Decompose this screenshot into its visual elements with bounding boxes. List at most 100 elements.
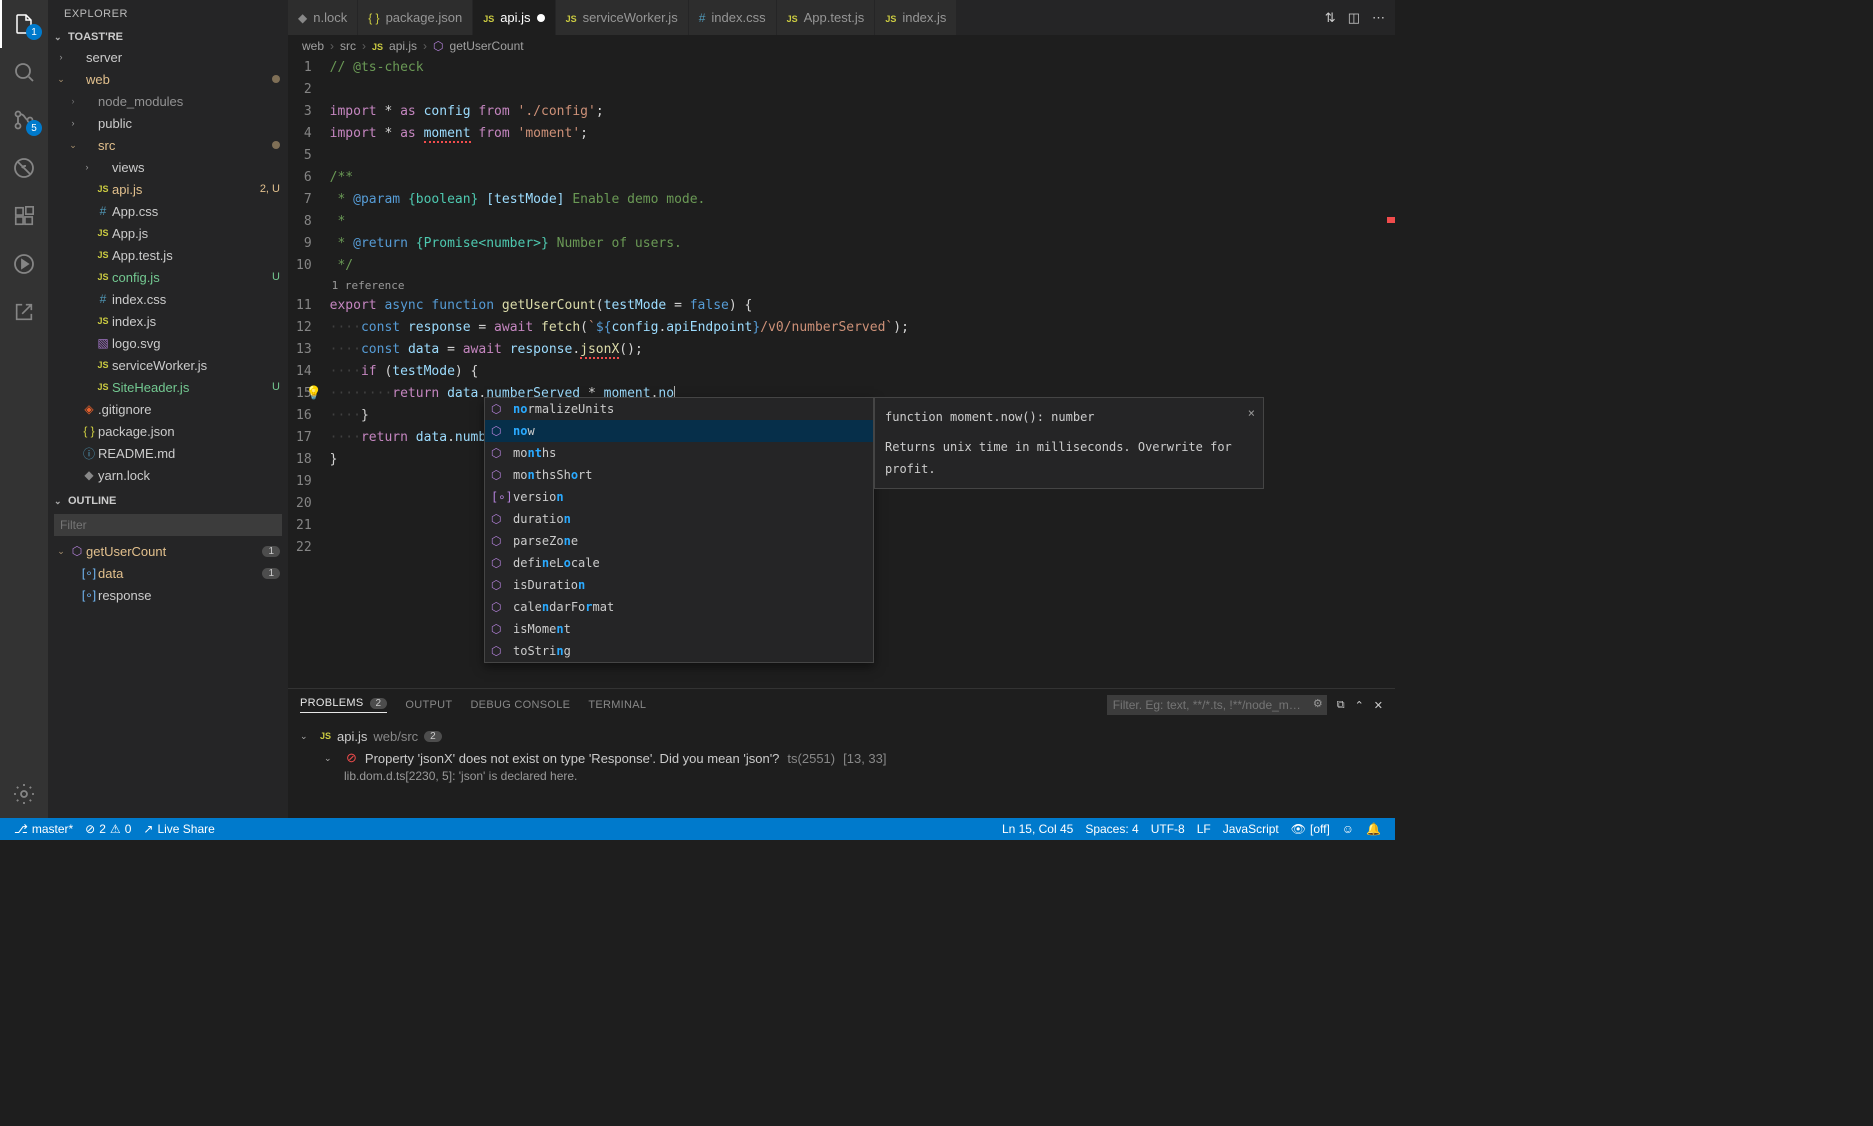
editor-tab[interactable]: #index.css bbox=[689, 0, 777, 35]
activity-extensions[interactable] bbox=[0, 192, 48, 240]
gutter: 12345678910111213141516171819202122 bbox=[288, 57, 330, 688]
tree-item[interactable]: ⓘREADME.md bbox=[48, 442, 288, 464]
status-branch[interactable]: ⎇ master* bbox=[8, 818, 79, 840]
problems-filter-input[interactable] bbox=[1107, 695, 1327, 715]
suggest-item[interactable]: ⬡defineLocale bbox=[485, 552, 873, 574]
explorer-badge: 1 bbox=[26, 24, 42, 40]
collapse-all-icon[interactable]: ⧉ bbox=[1337, 699, 1345, 712]
breadcrumb-item[interactable]: src bbox=[340, 39, 356, 53]
activity-debug-disabled[interactable] bbox=[0, 144, 48, 192]
tree-item[interactable]: ›server bbox=[48, 46, 288, 68]
problems-list: ⌄ JS api.js web/src 2 ⌄ ⊘ Property 'json… bbox=[288, 721, 1395, 818]
suggest-item[interactable]: ⬡parseZone bbox=[485, 530, 873, 552]
problems-file-row[interactable]: ⌄ JS api.js web/src 2 bbox=[300, 725, 1383, 747]
section-header-project[interactable]: ⌄ TOAST'RE bbox=[48, 28, 288, 46]
sidebar: EXPLORER ⌄ TOAST'RE ›server⌄web›node_mod… bbox=[48, 0, 288, 818]
suggest-doc-sig: function moment.now(): number bbox=[885, 406, 1253, 428]
panel-tab-debug[interactable]: DEBUG CONSOLE bbox=[470, 699, 570, 711]
editor-tab[interactable]: ◆n.lock bbox=[288, 0, 358, 35]
section-header-outline[interactable]: ⌄ OUTLINE bbox=[48, 492, 288, 510]
panel-tabs: PROBLEMS 2 OUTPUT DEBUG CONSOLE TERMINAL… bbox=[288, 689, 1395, 721]
panel-maximize-icon[interactable]: ⌃ bbox=[1355, 699, 1364, 712]
tree-item[interactable]: #App.css bbox=[48, 200, 288, 222]
tree-item[interactable]: #index.css bbox=[48, 288, 288, 310]
chevron-down-icon: ⌄ bbox=[324, 753, 334, 764]
suggest-item[interactable]: ⬡now bbox=[485, 420, 873, 442]
outline-item[interactable]: ⌄⬡getUserCount1 bbox=[48, 540, 288, 562]
status-encoding[interactable]: UTF-8 bbox=[1145, 818, 1191, 840]
close-icon[interactable]: × bbox=[1248, 402, 1255, 424]
filter-settings-icon[interactable]: ⚙ bbox=[1313, 697, 1323, 710]
breadcrumb-item[interactable]: api.js bbox=[389, 39, 417, 53]
outline-tree: ⌄⬡getUserCount1[∘]data1[∘]response bbox=[48, 540, 288, 606]
tree-item[interactable]: JSSiteHeader.jsU bbox=[48, 376, 288, 398]
split-icon[interactable]: ◫ bbox=[1348, 10, 1360, 26]
tree-item[interactable]: ⌄src bbox=[48, 134, 288, 156]
editor-tab[interactable]: JSApp.test.js bbox=[777, 0, 876, 35]
tree-item[interactable]: { }package.json bbox=[48, 420, 288, 442]
breadcrumb-item[interactable]: getUserCount bbox=[450, 39, 524, 53]
suggest-item[interactable]: ⬡months bbox=[485, 442, 873, 464]
tree-item[interactable]: ›views bbox=[48, 156, 288, 178]
editor-tab[interactable]: JSserviceWorker.js bbox=[556, 0, 689, 35]
tree-item[interactable]: JSapi.js2, U bbox=[48, 178, 288, 200]
panel-tab-terminal[interactable]: TERMINAL bbox=[588, 699, 646, 711]
suggest-doc-body: Returns unix time in milliseconds. Overw… bbox=[885, 436, 1253, 480]
tree-item[interactable]: ◈.gitignore bbox=[48, 398, 288, 420]
tree-item[interactable]: JSconfig.jsU bbox=[48, 266, 288, 288]
status-liveshare[interactable]: ↗ Live Share bbox=[137, 818, 220, 840]
breadcrumbs[interactable]: web›src›JSapi.js›⬡getUserCount bbox=[288, 35, 1395, 57]
tree-item[interactable]: JSApp.test.js bbox=[48, 244, 288, 266]
tree-item[interactable]: ⌄web bbox=[48, 68, 288, 90]
status-spaces[interactable]: Spaces: 4 bbox=[1079, 818, 1144, 840]
status-eol[interactable]: LF bbox=[1191, 818, 1217, 840]
tree-item[interactable]: ◆yarn.lock bbox=[48, 464, 288, 486]
more-icon[interactable]: ⋯ bbox=[1372, 10, 1385, 26]
outline-filter-input[interactable] bbox=[54, 514, 282, 536]
outline-item[interactable]: [∘]response bbox=[48, 584, 288, 606]
error-icon: ⊘ bbox=[346, 750, 357, 766]
suggest-widget[interactable]: ⬡normalizeUnits⬡now⬡months⬡monthsShort[∘… bbox=[484, 397, 874, 663]
problem-item[interactable]: ⌄ ⊘ Property 'jsonX' does not exist on t… bbox=[300, 747, 1383, 769]
tree-item[interactable]: ▧logo.svg bbox=[48, 332, 288, 354]
activity-scm[interactable]: 5 bbox=[0, 96, 48, 144]
compare-icon[interactable]: ⇅ bbox=[1325, 10, 1336, 26]
suggest-item[interactable]: ⬡isMoment bbox=[485, 618, 873, 640]
editor-tab[interactable]: { }package.json bbox=[358, 0, 473, 35]
status-problems[interactable]: ⊘ 2 ⚠ 0 bbox=[79, 818, 137, 840]
tree-item[interactable]: JSindex.js bbox=[48, 310, 288, 332]
panel-tab-problems[interactable]: PROBLEMS 2 bbox=[300, 697, 387, 713]
suggest-item[interactable]: ⬡duration bbox=[485, 508, 873, 530]
status-bell[interactable]: 🔔 bbox=[1360, 818, 1387, 840]
status-language[interactable]: JavaScript bbox=[1217, 818, 1285, 840]
status-feedback[interactable]: ☺ bbox=[1336, 818, 1360, 840]
scm-badge: 5 bbox=[26, 120, 42, 136]
panel-tab-output[interactable]: OUTPUT bbox=[405, 699, 452, 711]
panel-close-icon[interactable]: ✕ bbox=[1374, 699, 1383, 712]
codelens[interactable]: 1 reference bbox=[330, 277, 1395, 295]
breadcrumb-item[interactable]: web bbox=[302, 39, 324, 53]
activity-debug[interactable] bbox=[0, 240, 48, 288]
status-cursor[interactable]: Ln 15, Col 45 bbox=[996, 818, 1079, 840]
activity-settings[interactable] bbox=[0, 770, 48, 818]
activity-share[interactable] bbox=[0, 288, 48, 336]
suggest-item[interactable]: ⬡calendarFormat bbox=[485, 596, 873, 618]
tree-item[interactable]: JSserviceWorker.js bbox=[48, 354, 288, 376]
tree-item[interactable]: JSApp.js bbox=[48, 222, 288, 244]
activity-explorer[interactable]: 1 bbox=[0, 0, 48, 48]
editor-tab[interactable]: JSindex.js bbox=[875, 0, 957, 35]
suggest-item[interactable]: ⬡monthsShort bbox=[485, 464, 873, 486]
suggest-doc: × function moment.now(): number Returns … bbox=[874, 397, 1264, 489]
editor-tab[interactable]: JSapi.js bbox=[473, 0, 555, 35]
problem-related[interactable]: lib.dom.d.ts[2230, 5]: 'json' is declare… bbox=[300, 769, 1383, 783]
suggest-item[interactable]: ⬡isDuration bbox=[485, 574, 873, 596]
suggest-item[interactable]: [∘]version bbox=[485, 486, 873, 508]
tree-item[interactable]: ›public bbox=[48, 112, 288, 134]
status-tsserver[interactable]: 👁 [off] bbox=[1285, 818, 1336, 840]
outline-item[interactable]: [∘]data1 bbox=[48, 562, 288, 584]
code-editor[interactable]: 12345678910111213141516171819202122 // @… bbox=[288, 57, 1395, 688]
suggest-item[interactable]: ⬡toString bbox=[485, 640, 873, 662]
suggest-item[interactable]: ⬡normalizeUnits bbox=[485, 398, 873, 420]
activity-search[interactable] bbox=[0, 48, 48, 96]
tree-item[interactable]: ›node_modules bbox=[48, 90, 288, 112]
